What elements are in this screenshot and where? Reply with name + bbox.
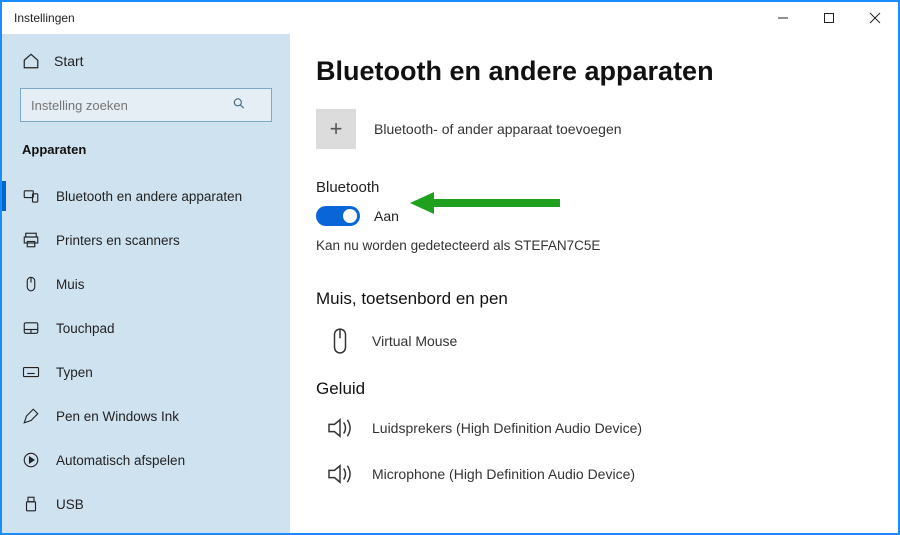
pen-icon <box>22 407 40 425</box>
sidebar-item-label: Printers en scanners <box>56 233 180 248</box>
search-input[interactable] <box>20 88 272 122</box>
sidebar-item-printers[interactable]: Printers en scanners <box>2 219 290 261</box>
sidebar-item-bluetooth-devices[interactable]: Bluetooth en andere apparaten <box>2 175 290 217</box>
bluetooth-toggle-state: Aan <box>374 208 399 224</box>
sidebar-item-mouse[interactable]: Muis <box>2 263 290 305</box>
add-device-button[interactable]: + Bluetooth- of ander apparaat toevoegen <box>316 109 864 149</box>
group-title-sound: Geluid <box>316 379 864 399</box>
home-label: Start <box>54 53 84 69</box>
maximize-button[interactable] <box>806 2 852 34</box>
sidebar-nav: Bluetooth en andere apparaten Printers e… <box>2 175 290 525</box>
settings-window: Instellingen Start <box>0 0 900 535</box>
bluetooth-toggle[interactable] <box>316 206 360 226</box>
titlebar: Instellingen <box>2 2 898 34</box>
sidebar-item-label: Touchpad <box>56 321 115 336</box>
group-title-input-devices: Muis, toetsenbord en pen <box>316 289 864 309</box>
sidebar-item-usb[interactable]: USB <box>2 483 290 525</box>
sidebar-item-label: Automatisch afspelen <box>56 453 185 468</box>
window-controls <box>760 2 898 34</box>
sidebar-item-typing[interactable]: Typen <box>2 351 290 393</box>
bluetooth-heading: Bluetooth <box>316 179 864 196</box>
mouse-icon <box>326 327 354 355</box>
home-button[interactable]: Start <box>2 42 290 80</box>
device-row[interactable]: Luidsprekers (High Definition Audio Devi… <box>316 411 864 457</box>
bluetooth-status: Kan nu worden gedetecteerd als STEFAN7C5… <box>316 238 864 253</box>
add-device-label: Bluetooth- of ander apparaat toevoegen <box>374 121 622 137</box>
bluetooth-devices-icon <box>22 187 40 205</box>
sidebar-item-label: Bluetooth en andere apparaten <box>56 189 242 204</box>
window-title: Instellingen <box>14 11 75 25</box>
main-content: Bluetooth en andere apparaten + Bluetoot… <box>290 34 898 533</box>
minimize-button[interactable] <box>760 2 806 34</box>
sidebar: Start Apparaten Bluetooth en andere appa… <box>2 34 290 533</box>
speaker-icon <box>326 417 354 439</box>
device-label: Microphone (High Definition Audio Device… <box>372 466 635 482</box>
printer-icon <box>22 231 40 249</box>
speaker-icon <box>326 463 354 485</box>
usb-icon <box>22 495 40 513</box>
sidebar-item-label: Typen <box>56 365 93 380</box>
touchpad-icon <box>22 319 40 337</box>
sidebar-item-pen[interactable]: Pen en Windows Ink <box>2 395 290 437</box>
sidebar-item-autoplay[interactable]: Automatisch afspelen <box>2 439 290 481</box>
sidebar-item-label: Pen en Windows Ink <box>56 409 179 424</box>
sidebar-item-touchpad[interactable]: Touchpad <box>2 307 290 349</box>
keyboard-icon <box>22 363 40 381</box>
device-row[interactable]: Microphone (High Definition Audio Device… <box>316 457 864 503</box>
plus-icon: + <box>316 109 356 149</box>
sidebar-item-label: Muis <box>56 277 85 292</box>
sidebar-section-label: Apparaten <box>2 134 290 175</box>
autoplay-icon <box>22 451 40 469</box>
device-label: Luidsprekers (High Definition Audio Devi… <box>372 420 642 436</box>
close-button[interactable] <box>852 2 898 34</box>
sidebar-item-label: USB <box>56 497 84 512</box>
device-row[interactable]: Virtual Mouse <box>316 321 864 373</box>
page-title: Bluetooth en andere apparaten <box>316 56 864 87</box>
mouse-icon <box>22 275 40 293</box>
home-icon <box>22 52 40 70</box>
device-label: Virtual Mouse <box>372 333 457 349</box>
